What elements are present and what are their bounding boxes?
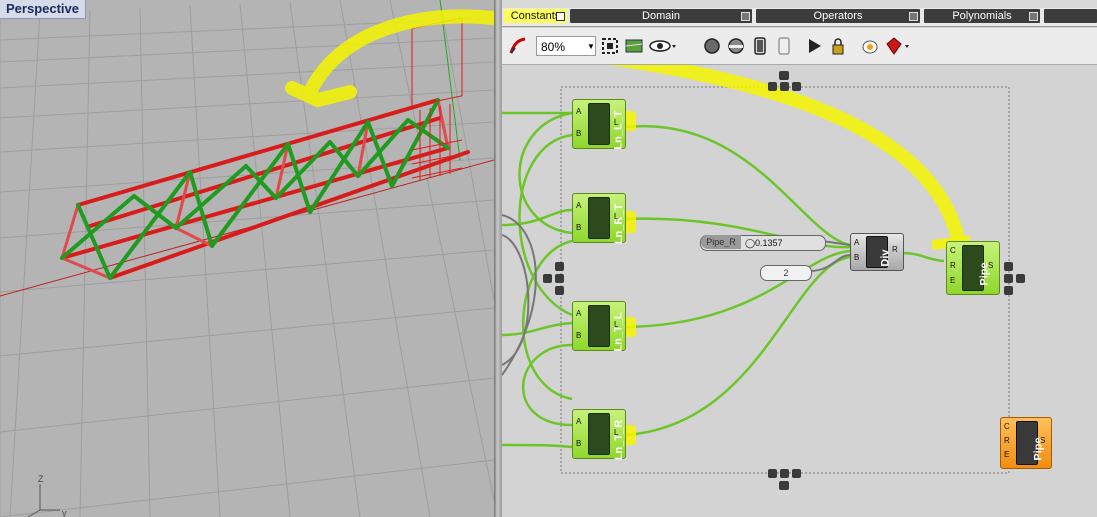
output-port-s[interactable]: S bbox=[1040, 436, 1045, 445]
component-pipe[interactable]: Pipe C R E S bbox=[946, 241, 1000, 295]
expand-icon[interactable] bbox=[909, 12, 918, 21]
tab-group-constants[interactable]: Constants bbox=[504, 9, 567, 23]
named-view-icon[interactable] bbox=[624, 36, 644, 56]
tab-group-polynomials[interactable]: Polynomials bbox=[924, 9, 1040, 23]
bake-egg-icon[interactable] bbox=[860, 36, 880, 56]
component-label: Ln_R_T bbox=[613, 203, 626, 245]
tab-group-label: Polynomials bbox=[952, 10, 1012, 22]
preview-off-icon[interactable] bbox=[774, 36, 794, 56]
number-slider-pipe-r[interactable]: Pipe_R ◯ 0.1357 bbox=[700, 235, 826, 251]
input-port-b[interactable]: B bbox=[576, 129, 581, 138]
tab-group-label: Domain bbox=[642, 10, 680, 22]
component-ln-l-t[interactable]: Ln_L_T A B L bbox=[572, 99, 626, 150]
grasshopper-editor: Constants Domain Operators Polynomials 8… bbox=[502, 0, 1097, 517]
tab-group-operators[interactable]: Operators bbox=[756, 9, 920, 23]
zoom-extents-icon[interactable] bbox=[600, 36, 620, 56]
slider-name: Pipe_R bbox=[701, 235, 741, 249]
component-ln-r-t[interactable]: Ln_R_T A B L bbox=[572, 193, 626, 245]
axis-z-label: Z bbox=[38, 474, 44, 484]
tab-group-label: Operators bbox=[813, 10, 863, 22]
viewport-title[interactable]: Perspective bbox=[0, 0, 86, 19]
expand-icon[interactable] bbox=[556, 12, 565, 21]
bake-gem-icon[interactable] bbox=[884, 36, 912, 56]
input-port-c[interactable]: C bbox=[950, 246, 956, 255]
input-port-b[interactable]: B bbox=[854, 253, 859, 262]
input-port-r[interactable]: R bbox=[1004, 436, 1010, 445]
preview-eye-icon[interactable] bbox=[648, 36, 678, 56]
ribbon-icons-strip bbox=[502, 0, 1097, 8]
component-pipe-warning[interactable]: Pipe C R E S bbox=[1000, 417, 1052, 469]
preview-selected-icon[interactable] bbox=[750, 36, 770, 56]
input-port-e[interactable]: E bbox=[1004, 450, 1009, 459]
slider-grip-icon[interactable]: ◯ bbox=[745, 236, 755, 250]
output-port-l[interactable]: L bbox=[614, 428, 618, 437]
input-port-a[interactable]: A bbox=[576, 107, 581, 116]
expand-icon[interactable] bbox=[741, 12, 750, 21]
output-port-l[interactable]: L bbox=[614, 118, 618, 127]
component-ln-t-r[interactable]: Ln_T_R A B L bbox=[572, 409, 626, 461]
component-label: Ln_T_L bbox=[612, 312, 625, 352]
output-port-l[interactable]: L bbox=[614, 212, 618, 221]
preview-shaded-icon[interactable] bbox=[726, 36, 746, 56]
tab-group-label: Constants bbox=[510, 10, 561, 22]
axis-y-label: y bbox=[62, 508, 67, 517]
sketch-icon[interactable] bbox=[508, 36, 528, 56]
expand-icon[interactable] bbox=[1029, 12, 1038, 21]
viewport-scene: Z y bbox=[0, 0, 494, 517]
component-division[interactable]: Div A B R bbox=[850, 233, 904, 271]
rhino-viewport[interactable]: Z y Perspective bbox=[0, 0, 494, 517]
window-splitter[interactable] bbox=[494, 0, 502, 517]
canvas-toolbar: 80% ▼ bbox=[502, 28, 1097, 65]
output-port-s[interactable]: S bbox=[988, 261, 993, 270]
definition-canvas[interactable]: Ln_L_T A B L Ln_R_T A B L Ln_T_L A B L L… bbox=[502, 65, 1097, 517]
component-ln-t-l[interactable]: Ln_T_L A B L bbox=[572, 301, 626, 352]
input-port-a[interactable]: A bbox=[576, 201, 581, 210]
input-port-b[interactable]: B bbox=[576, 439, 581, 448]
input-port-a[interactable]: A bbox=[576, 417, 581, 426]
input-port-e[interactable]: E bbox=[950, 276, 955, 285]
input-port-b[interactable]: B bbox=[576, 331, 581, 340]
component-label: Ln_L_T bbox=[612, 110, 625, 150]
lock-icon[interactable] bbox=[828, 36, 848, 56]
input-port-b[interactable]: B bbox=[576, 223, 581, 232]
solve-play-icon[interactable] bbox=[804, 36, 824, 56]
preview-wire-icon[interactable] bbox=[702, 36, 722, 56]
component-ribbon: Constants Domain Operators Polynomials bbox=[502, 0, 1097, 27]
tab-group-more[interactable] bbox=[1044, 9, 1097, 23]
slider-value: 0.1357 bbox=[755, 238, 783, 248]
input-port-a[interactable]: A bbox=[854, 238, 859, 247]
chevron-down-icon[interactable]: ▼ bbox=[587, 42, 595, 51]
number-panel[interactable]: 2 bbox=[760, 265, 812, 281]
component-label: Ln_T_R bbox=[613, 419, 626, 461]
input-port-c[interactable]: C bbox=[1004, 422, 1010, 431]
tab-group-domain[interactable]: Domain bbox=[570, 9, 752, 23]
component-label: Div bbox=[879, 249, 892, 267]
input-port-r[interactable]: R bbox=[950, 261, 956, 270]
input-port-a[interactable]: A bbox=[576, 309, 581, 318]
output-port-r[interactable]: R bbox=[892, 245, 898, 254]
output-port-l[interactable]: L bbox=[614, 320, 618, 329]
